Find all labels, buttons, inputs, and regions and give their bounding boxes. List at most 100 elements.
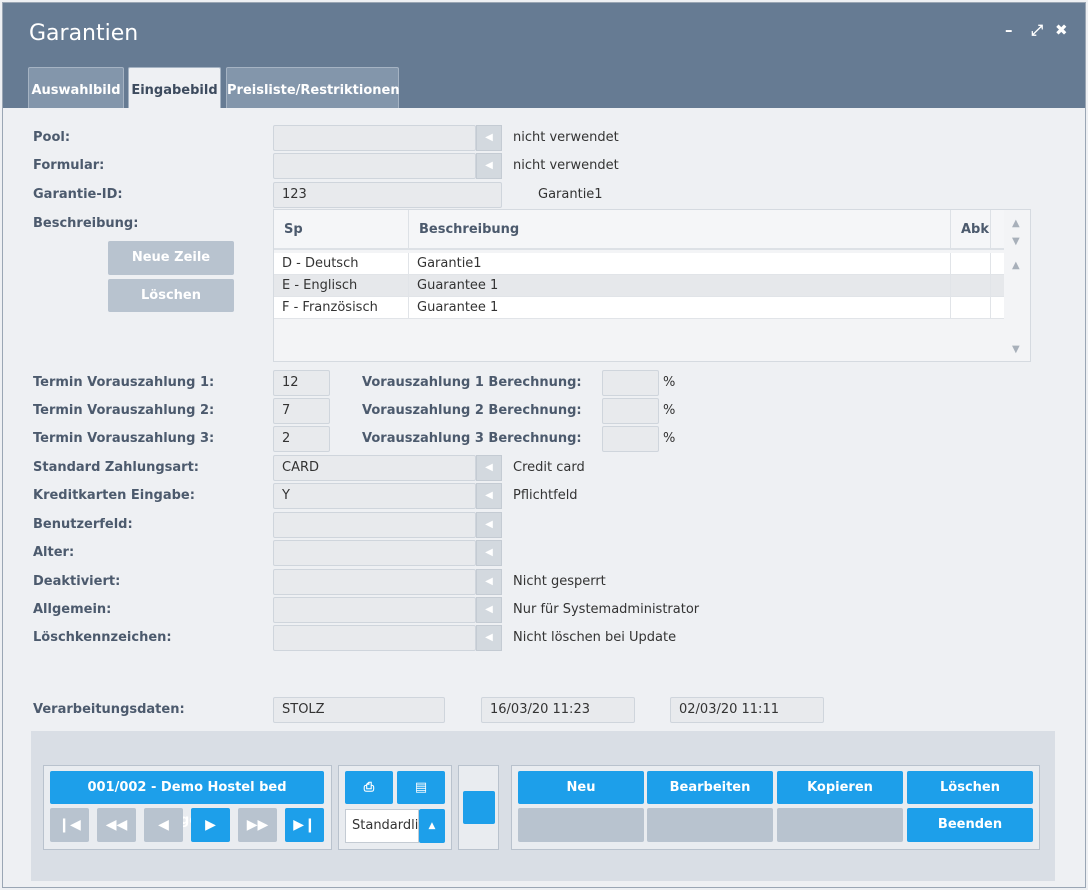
delete-button[interactable]: Löschen [907, 771, 1033, 804]
report-select-arrow-icon[interactable]: ▲ [419, 809, 445, 843]
vz3-unit: % [663, 431, 676, 446]
empty-action-button [647, 808, 773, 842]
grid-cell-sp: D - Deutsch [274, 253, 409, 274]
garantie-id-description: Garantie1 [538, 187, 603, 202]
report-select[interactable]: Standardli [345, 809, 419, 843]
kreditkarte-field[interactable]: Y [273, 483, 476, 509]
minimize-icon[interactable]: – [1005, 21, 1013, 39]
kreditkarte-description: Pflichtfeld [513, 488, 578, 503]
grid-cell-sp: F - Französisch [274, 297, 409, 318]
verarbeitung-label: Verarbeitungsdaten: [33, 702, 185, 717]
termin2-field[interactable]: 7 [273, 398, 330, 424]
deaktiviert-dropdown-icon[interactable]: ◀ [476, 569, 502, 595]
bottom-toolbar: 001/002 - Demo Hostel bed categories ❙◀ … [31, 731, 1055, 881]
neue-zeile-button[interactable]: Neue Zeile [108, 241, 234, 275]
grid-cell-text: Garantie1 [409, 253, 951, 274]
formular-dropdown-icon[interactable]: ◀ [476, 153, 502, 179]
pool-field[interactable] [273, 125, 476, 151]
next-record-icon[interactable]: ▶ [191, 808, 230, 842]
alter-field[interactable] [273, 540, 476, 566]
alter-dropdown-icon[interactable]: ◀ [476, 540, 502, 566]
loeschkennzeichen-label: Löschkennzeichen: [33, 630, 172, 645]
grid-cell-text: Guarantee 1 [409, 275, 951, 296]
allgemein-dropdown-icon[interactable]: ◀ [476, 597, 502, 623]
empty-action-button [518, 808, 644, 842]
allgemein-label: Allgemein: [33, 602, 112, 617]
termin2-label: Termin Vorauszahlung 2: [33, 403, 215, 418]
edit-button[interactable]: Bearbeiten [647, 771, 773, 804]
close-icon[interactable]: ✖ [1055, 21, 1068, 39]
garantie-id-label: Garantie-ID: [33, 187, 123, 202]
zeile-loeschen-button[interactable]: Löschen [108, 279, 234, 312]
grid-cell-abk [951, 297, 991, 318]
grid-row[interactable]: E - Englisch Guarantee 1 [274, 275, 1004, 297]
kreditkarte-label: Kreditkarten Eingabe: [33, 488, 195, 503]
extra-group [458, 765, 499, 850]
tab-preisliste[interactable]: Preisliste/Restriktionen [226, 67, 400, 108]
close-button[interactable]: Beenden [907, 808, 1033, 842]
grid-header-abk[interactable]: Abk [951, 210, 991, 250]
benutzerfeld-dropdown-icon[interactable]: ◀ [476, 512, 502, 538]
grid-cell-abk [951, 253, 991, 274]
pool-dropdown-icon[interactable]: ◀ [476, 125, 502, 151]
formular-label: Formular: [33, 158, 105, 173]
print-icon[interactable]: ⎙ [345, 771, 393, 804]
beschreibung-label: Beschreibung: [33, 216, 139, 231]
vz3-field[interactable] [602, 426, 659, 452]
grid-cell-sp: E - Englisch [274, 275, 409, 296]
vz1-field[interactable] [602, 370, 659, 396]
verarbeitung-user-field: STOLZ [273, 697, 445, 723]
record-indicator-button[interactable]: 001/002 - Demo Hostel bed categories [50, 771, 324, 828]
empty-action-button [777, 808, 903, 842]
pool-label: Pool: [33, 130, 71, 145]
title-bar: Garantien – ⤢ ✖ Auswahlbild Eingabebild … [3, 3, 1085, 108]
scroll-down-icon[interactable]: ▼ [1012, 344, 1020, 355]
record-navigator: 001/002 - Demo Hostel bed categories ❙◀ … [43, 765, 332, 850]
garantien-window: Garantien – ⤢ ✖ Auswahlbild Eingabebild … [2, 2, 1086, 888]
vz2-unit: % [663, 403, 676, 418]
scroll-up-icon[interactable]: ▲ [1012, 218, 1020, 229]
termin1-label: Termin Vorauszahlung 1: [33, 375, 215, 390]
grid-header-beschreibung[interactable]: Beschreibung [409, 210, 951, 250]
grid-cell-abk [951, 275, 991, 296]
garantie-id-field[interactable]: 123 [273, 182, 502, 208]
deaktiviert-field[interactable] [273, 569, 476, 595]
deaktiviert-description: Nicht gesperrt [513, 574, 606, 589]
alter-label: Alter: [33, 545, 75, 560]
fast-forward-icon[interactable]: ▶▶ [238, 808, 277, 842]
benutzerfeld-field[interactable] [273, 512, 476, 538]
beschreibung-grid: Sp Beschreibung Abk D - Deutsch Garantie… [273, 209, 1031, 362]
termin3-field[interactable]: 2 [273, 426, 330, 452]
grid-row[interactable]: D - Deutsch Garantie1 [274, 253, 1004, 275]
new-button[interactable]: Neu [518, 771, 644, 804]
previous-record-icon[interactable]: ◀ [144, 808, 183, 842]
first-record-icon[interactable]: ❙◀ [50, 808, 89, 842]
grid-row[interactable]: F - Französisch Guarantee 1 [274, 297, 1004, 319]
loeschkennzeichen-field[interactable] [273, 625, 476, 651]
vz1-unit: % [663, 375, 676, 390]
grid-header-sp[interactable]: Sp [274, 210, 409, 250]
grid-cell-text: Guarantee 1 [409, 297, 951, 318]
window-title: Garantien [29, 21, 139, 46]
last-record-icon[interactable]: ▶❙ [285, 808, 324, 842]
vz2-field[interactable] [602, 398, 659, 424]
zahlungsart-dropdown-icon[interactable]: ◀ [476, 455, 502, 481]
copy-button[interactable]: Kopieren [777, 771, 903, 804]
scroll-down-icon[interactable]: ▼ [1012, 236, 1020, 247]
scroll-up-icon[interactable]: ▲ [1012, 260, 1020, 271]
allgemein-field[interactable] [273, 597, 476, 623]
kreditkarte-dropdown-icon[interactable]: ◀ [476, 483, 502, 509]
extra-action-button[interactable] [463, 791, 495, 824]
zahlungsart-field[interactable]: CARD [273, 455, 476, 481]
tab-auswahlbild[interactable]: Auswahlbild [28, 67, 124, 108]
pool-description: nicht verwendet [513, 130, 619, 145]
formular-field[interactable] [273, 153, 476, 179]
termin1-field[interactable]: 12 [273, 370, 330, 396]
loeschkennzeichen-dropdown-icon[interactable]: ◀ [476, 625, 502, 651]
vz3-label: Vorauszahlung 3 Berechnung: [362, 431, 582, 446]
maximize-icon[interactable]: ⤢ [1031, 21, 1043, 39]
vz1-label: Vorauszahlung 1 Berechnung: [362, 375, 582, 390]
tab-eingabebild[interactable]: Eingabebild [128, 67, 221, 108]
export-icon[interactable]: ▤ [397, 771, 445, 804]
rewind-icon[interactable]: ◀◀ [97, 808, 136, 842]
